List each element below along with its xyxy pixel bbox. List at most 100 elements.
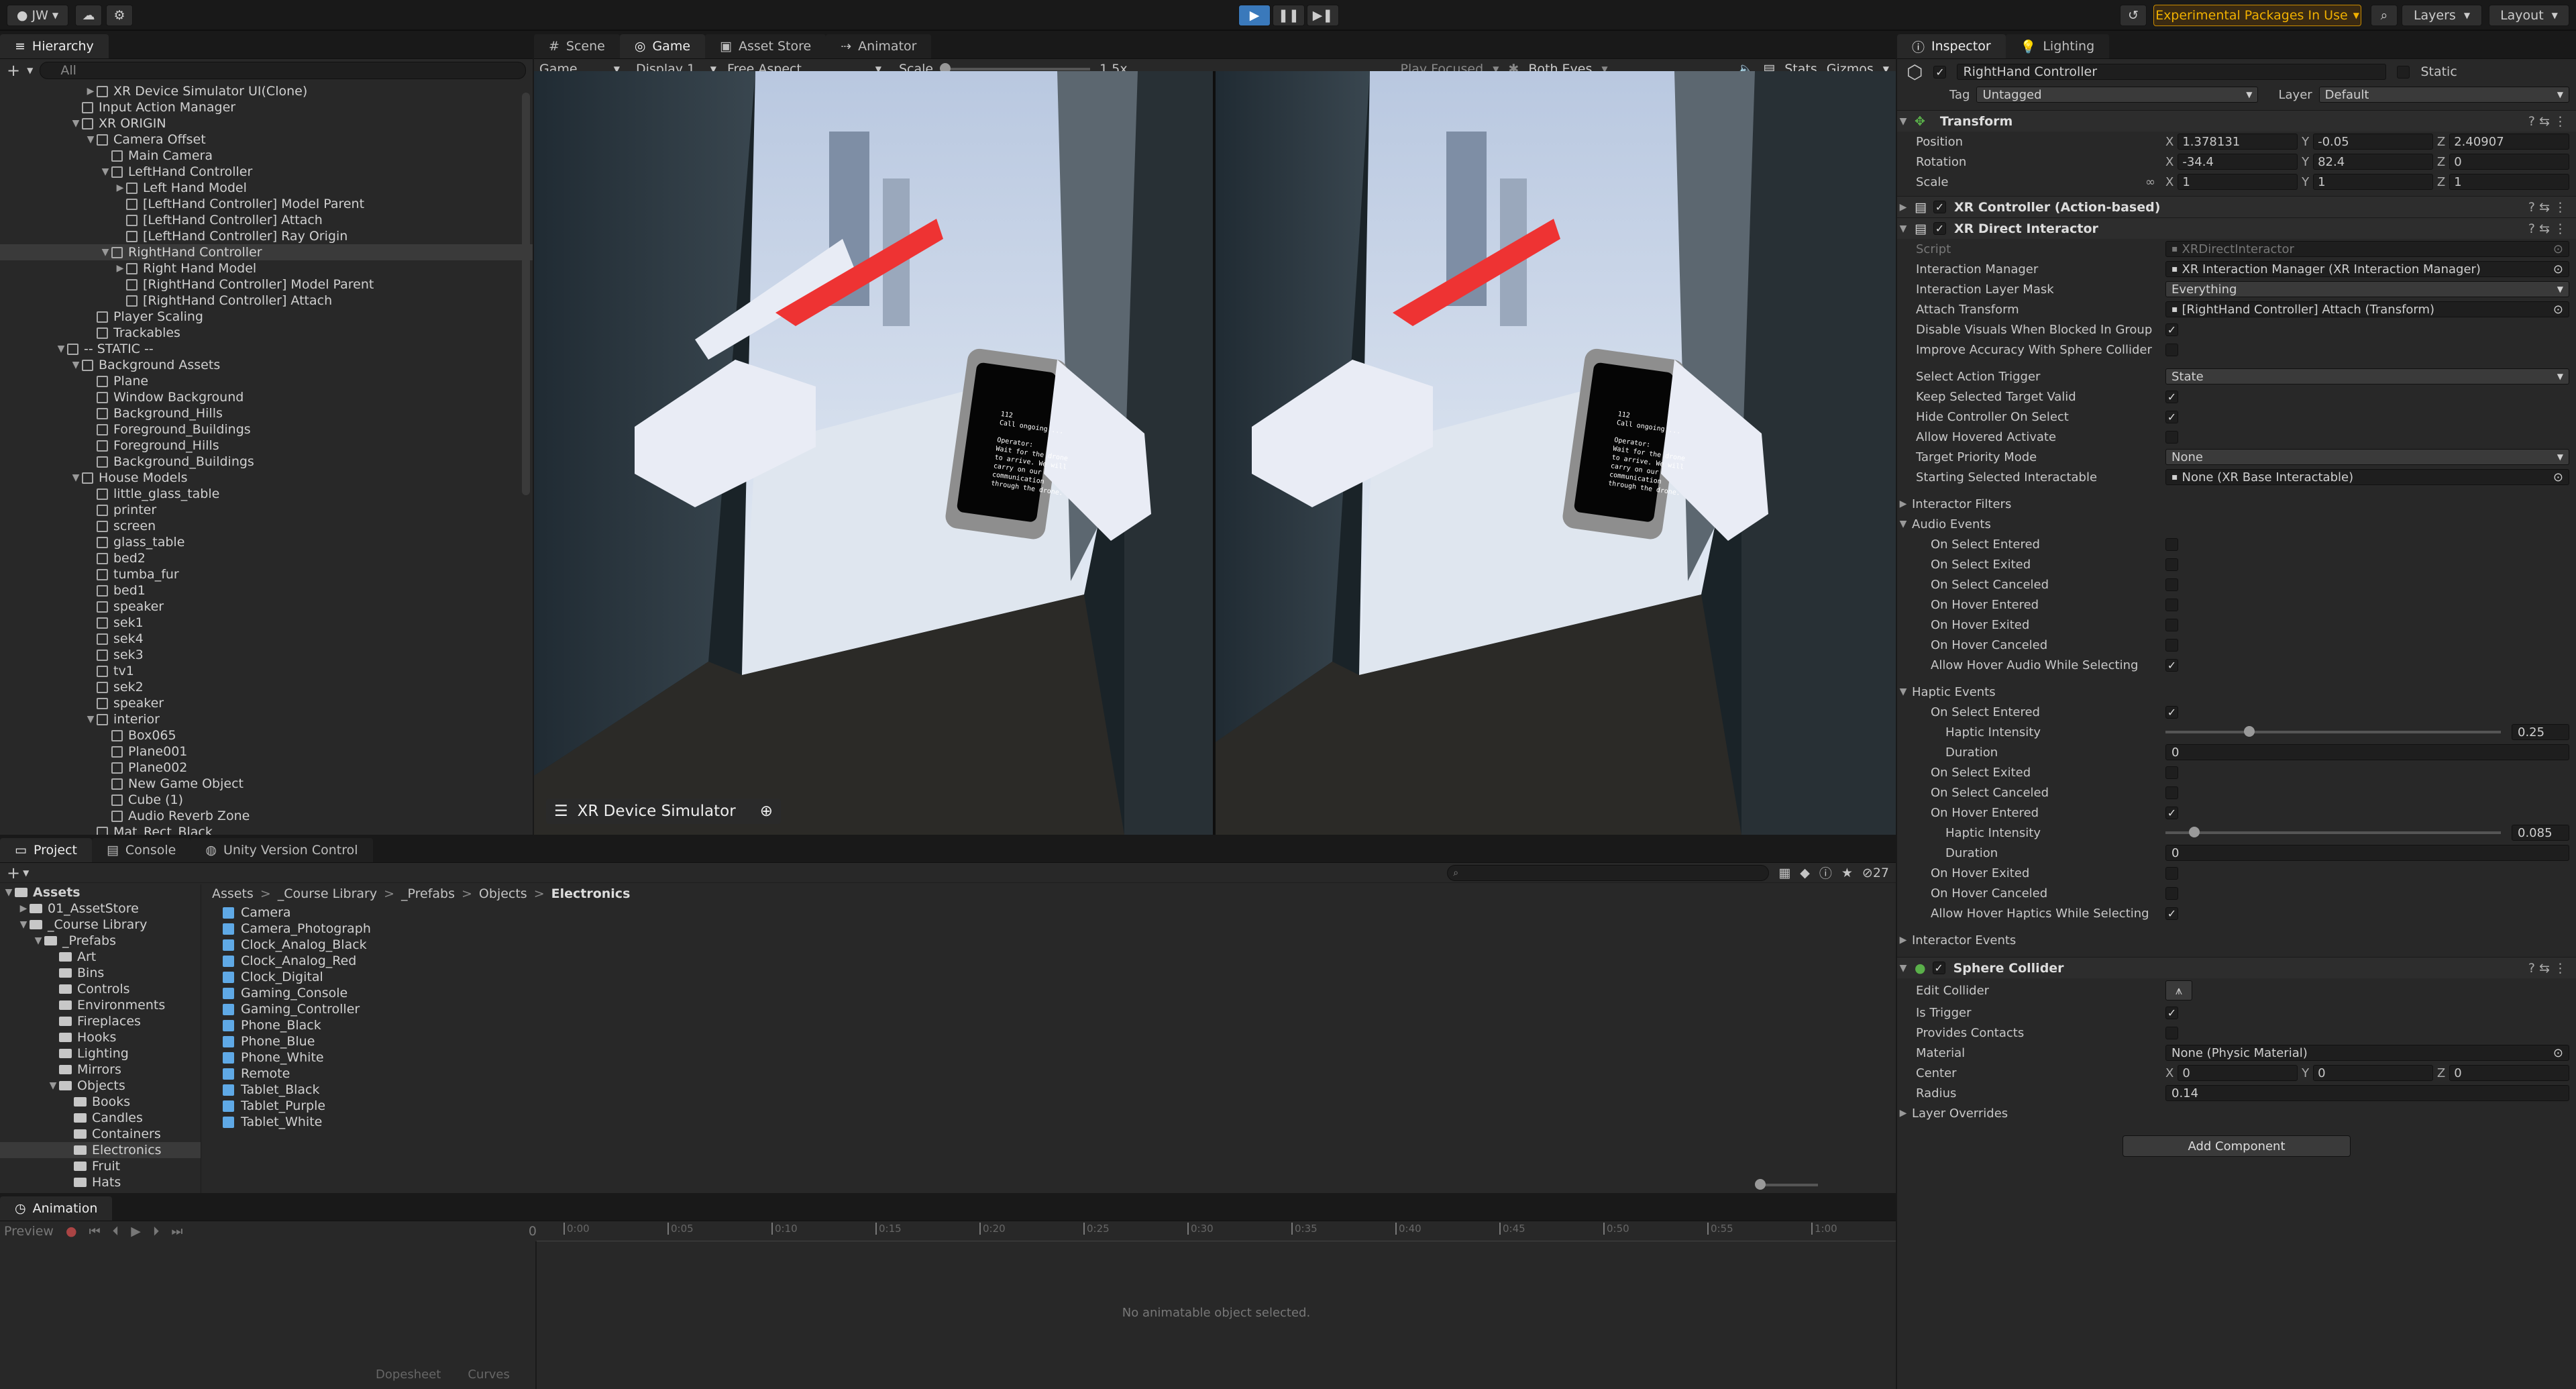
field-checkbox[interactable]: ✓ xyxy=(2165,907,2178,920)
sphere-collider-header[interactable]: ▼ ● ✓ Sphere Collider ? ⇆ ⋮ xyxy=(1897,957,2576,978)
asset-item[interactable]: Clock_Digital xyxy=(223,969,759,985)
hierarchy-item[interactable]: Box065 xyxy=(0,727,533,743)
slider-thumb[interactable] xyxy=(2244,726,2255,737)
xr-controller-header[interactable]: ▶ ▤ ✓ XR Controller (Action-based) ? ⇆ ⋮ xyxy=(1897,196,2576,217)
expanded-arrow-icon[interactable]: ▼ xyxy=(99,164,111,180)
hierarchy-item[interactable]: Main Camera xyxy=(0,148,533,164)
object-picker-icon[interactable]: ⊙ xyxy=(2553,303,2563,317)
tab-console[interactable]: ▤ Console xyxy=(91,838,191,862)
folder-item[interactable]: Electronics xyxy=(0,1142,201,1158)
hierarchy-item[interactable]: [RightHand Controller] Attach xyxy=(0,293,533,309)
hierarchy-item[interactable]: [LeftHand Controller] Model Parent xyxy=(0,196,533,212)
object-picker-icon[interactable]: ⊙ xyxy=(2553,470,2563,484)
collapsed-arrow-icon[interactable]: ▶ xyxy=(114,180,126,196)
breadcrumb-item[interactable]: _Course Library xyxy=(278,886,377,901)
center-x-field[interactable]: 0 xyxy=(2178,1065,2298,1081)
component-menu-icons[interactable]: ? ⇆ ⋮ xyxy=(2528,114,2576,129)
breadcrumb-item[interactable]: Electronics xyxy=(551,886,631,901)
position-x-field[interactable]: 1.378131 xyxy=(2178,134,2298,150)
hierarchy-item[interactable]: Plane001 xyxy=(0,743,533,760)
folder-item[interactable]: ▼ _Course Library xyxy=(0,917,201,933)
field-dropdown[interactable]: Everything ▼ xyxy=(2165,281,2569,297)
expanded-arrow-icon[interactable]: ▼ xyxy=(1897,686,1909,697)
field-dropdown[interactable]: State ▼ xyxy=(2165,368,2569,384)
asset-item[interactable]: Remote xyxy=(223,1066,759,1082)
hierarchy-item[interactable]: tv1 xyxy=(0,663,533,679)
collapsed-arrow-icon[interactable]: ▶ xyxy=(85,83,97,99)
field-checkbox[interactable]: ✓ xyxy=(2165,705,2178,719)
hierarchy-item[interactable]: Mat_Rect_Black xyxy=(0,824,533,835)
account-dropdown[interactable]: ● JW ▼ xyxy=(7,5,68,26)
foldout-37[interactable]: ▶ Interactor Events xyxy=(1897,930,2576,950)
folder-item[interactable]: Lighting xyxy=(0,1045,201,1062)
hierarchy-item[interactable]: ▶ Right Hand Model xyxy=(0,260,533,276)
plus-icon[interactable]: + xyxy=(7,61,20,80)
xr-controller-enabled-checkbox[interactable]: ✓ xyxy=(1933,201,1946,213)
xr-direct-interactor-header[interactable]: ▼ ▤ ✓ XR Direct Interactor ? ⇆ ⋮ xyxy=(1897,217,2576,239)
asset-item[interactable]: Gaming_Controller xyxy=(223,1001,759,1017)
tab-animator[interactable]: ⇢ Animator xyxy=(826,34,932,58)
hierarchy-item[interactable]: printer xyxy=(0,502,533,518)
folder-item[interactable]: Mirrors xyxy=(0,1062,201,1078)
asset-item[interactable]: Camera_Photograph xyxy=(223,921,759,937)
material-field[interactable]: None (Physic Material) ⊙ xyxy=(2165,1045,2569,1061)
field-checkbox[interactable] xyxy=(2165,886,2178,900)
expanded-arrow-icon[interactable]: ▼ xyxy=(1897,519,1909,529)
preview-button[interactable]: Preview xyxy=(4,1224,54,1239)
hierarchy-item[interactable]: speaker xyxy=(0,695,533,711)
hierarchy-item[interactable]: bed1 xyxy=(0,582,533,599)
folder-item[interactable]: ▼ Objects xyxy=(0,1078,201,1094)
hierarchy-item[interactable]: speaker xyxy=(0,599,533,615)
frame-field[interactable]: 0 xyxy=(529,1224,537,1239)
xr-device-simulator-bar[interactable]: ☰ XR Device Simulator ⊕ xyxy=(546,799,781,824)
hierarchy-item[interactable]: ▼ XR ORIGIN xyxy=(0,115,533,132)
filter-type-icon[interactable]: ▦ xyxy=(1778,866,1790,880)
rotation-x-field[interactable]: -34.4 xyxy=(2178,154,2298,170)
plus-icon[interactable]: + xyxy=(7,864,20,882)
field-checkbox[interactable]: ✓ xyxy=(2165,390,2178,403)
field-checkbox[interactable] xyxy=(2165,638,2178,652)
field-checkbox[interactable] xyxy=(2165,537,2178,551)
info-icon[interactable]: ⓘ xyxy=(1819,864,1832,882)
asset-item[interactable]: Phone_White xyxy=(223,1049,759,1066)
hierarchy-item[interactable]: Foreground_Hills xyxy=(0,438,533,454)
expanded-arrow-icon[interactable]: ▼ xyxy=(85,711,97,727)
scale-x-field[interactable]: 1 xyxy=(2178,174,2298,190)
game-viewport[interactable] xyxy=(534,71,1896,835)
object-field[interactable]: ▪ [RightHand Controller] Attach (Transfor… xyxy=(2165,301,2569,317)
hierarchy-item[interactable]: [RightHand Controller] Model Parent xyxy=(0,276,533,293)
field-checkbox[interactable] xyxy=(2165,578,2178,591)
object-name-field[interactable]: RightHand Controller xyxy=(1957,64,2387,80)
hierarchy-item[interactable]: Plane002 xyxy=(0,760,533,776)
tag-dropdown[interactable]: Untagged ▼ xyxy=(1976,87,2259,103)
scale-z-field[interactable]: 1 xyxy=(2449,174,2569,190)
scale-slider[interactable] xyxy=(940,62,1091,74)
asset-item[interactable]: Clock_Analog_Black xyxy=(223,937,759,953)
tab-lighting[interactable]: 💡 Lighting xyxy=(2005,34,2110,58)
asset-item[interactable]: Tablet_Black xyxy=(223,1082,759,1098)
breadcrumb-item[interactable]: Objects xyxy=(479,886,527,901)
expanded-arrow-icon[interactable]: ▼ xyxy=(70,470,82,486)
asset-item[interactable]: Phone_Black xyxy=(223,1017,759,1033)
object-field[interactable]: ▪ XRDirectInteractor ⊙ xyxy=(2165,241,2569,257)
object-picker-icon[interactable]: ⊙ xyxy=(2553,262,2563,276)
hierarchy-search-input[interactable]: All xyxy=(40,62,526,79)
expanded-arrow-icon[interactable]: ▼ xyxy=(70,115,82,132)
rotation-y-field[interactable]: 82.4 xyxy=(2313,154,2433,170)
expanded-arrow-icon[interactable]: ▼ xyxy=(55,341,67,357)
plus-circle-icon[interactable]: ⊕ xyxy=(760,803,773,820)
breadcrumb-item[interactable]: Assets xyxy=(212,886,254,901)
hierarchy-item[interactable]: ▶ Left Hand Model xyxy=(0,180,533,196)
edit-collider-button[interactable]: ⩚ xyxy=(2165,980,2192,1000)
hierarchy-item[interactable]: glass_table xyxy=(0,534,533,550)
hierarchy-item[interactable]: Background_Buildings xyxy=(0,454,533,470)
hierarchy-item[interactable]: Cube (1) xyxy=(0,792,533,808)
scale-y-field[interactable]: 1 xyxy=(2313,174,2433,190)
active-checkbox[interactable]: ✓ xyxy=(1933,65,1947,79)
hierarchy-item[interactable]: tumba_fur xyxy=(0,566,533,582)
collab-icon[interactable]: ⚙ xyxy=(106,5,133,26)
component-menu-icons[interactable]: ? ⇆ ⋮ xyxy=(2528,961,2576,976)
folder-item[interactable]: Containers xyxy=(0,1126,201,1142)
expanded-arrow-icon[interactable]: ▼ xyxy=(99,244,111,260)
component-menu-icons[interactable]: ? ⇆ ⋮ xyxy=(2528,221,2576,236)
